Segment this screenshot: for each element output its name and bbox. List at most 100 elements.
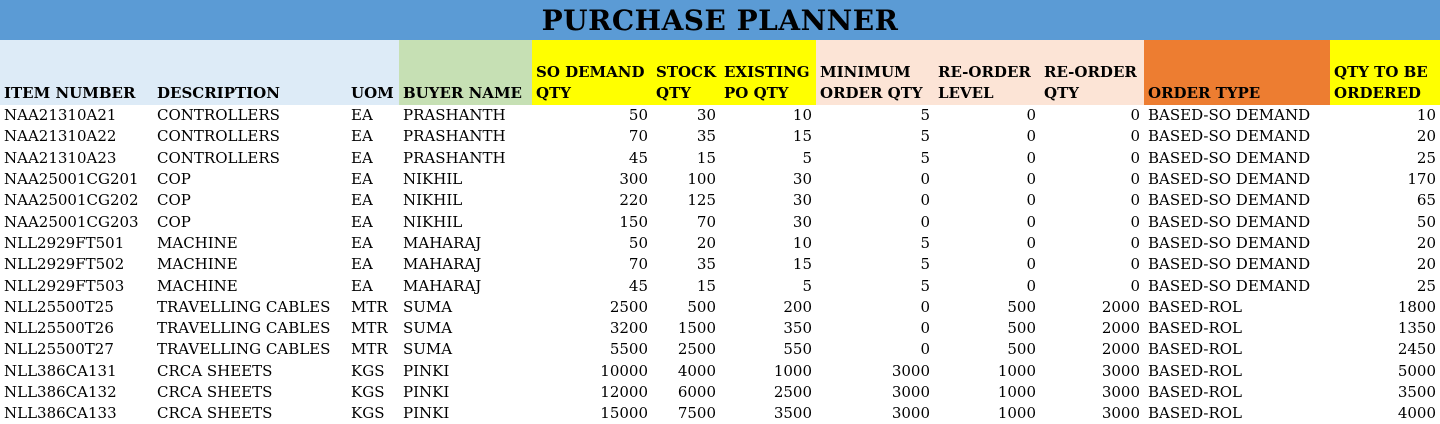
uom-cell[interactable]: EA (347, 190, 399, 211)
description-cell[interactable]: CONTROLLERS (153, 126, 347, 147)
order-type-cell[interactable]: BASED-ROL (1144, 361, 1330, 382)
col-header-order-type[interactable]: ORDER TYPE (1144, 40, 1330, 105)
item-number-cell[interactable]: NAA25001CG201 (0, 169, 153, 190)
buyer-name-cell[interactable]: MAHARAJ (399, 275, 532, 296)
so-demand-qty-cell[interactable]: 50 (532, 233, 652, 254)
col-header-stock-qty[interactable]: STOCK QTY (652, 40, 720, 105)
buyer-name-cell[interactable]: PINKI (399, 403, 532, 424)
minimum-order-qty-cell[interactable]: 0 (816, 190, 934, 211)
re-order-qty-cell[interactable]: 0 (1040, 148, 1144, 169)
minimum-order-qty-cell[interactable]: 5 (816, 126, 934, 147)
existing-po-qty-cell[interactable]: 15 (720, 254, 816, 275)
buyer-name-cell[interactable]: NIKHIL (399, 190, 532, 211)
existing-po-qty-cell[interactable]: 30 (720, 169, 816, 190)
stock-qty-cell[interactable]: 7500 (652, 403, 720, 424)
uom-cell[interactable]: MTR (347, 339, 399, 360)
re-order-qty-cell[interactable]: 3000 (1040, 403, 1144, 424)
order-type-cell[interactable]: BASED-SO DEMAND (1144, 148, 1330, 169)
order-type-cell[interactable]: BASED-SO DEMAND (1144, 275, 1330, 296)
existing-po-qty-cell[interactable]: 15 (720, 126, 816, 147)
stock-qty-cell[interactable]: 125 (652, 190, 720, 211)
description-cell[interactable]: TRAVELLING CABLES (153, 297, 347, 318)
existing-po-qty-cell[interactable]: 350 (720, 318, 816, 339)
so-demand-qty-cell[interactable]: 50 (532, 105, 652, 126)
buyer-name-cell[interactable]: MAHARAJ (399, 254, 532, 275)
order-type-cell[interactable]: BASED-ROL (1144, 297, 1330, 318)
minimum-order-qty-cell[interactable]: 3000 (816, 403, 934, 424)
so-demand-qty-cell[interactable]: 220 (532, 190, 652, 211)
re-order-level-cell[interactable]: 0 (934, 126, 1040, 147)
uom-cell[interactable]: EA (347, 169, 399, 190)
uom-cell[interactable]: MTR (347, 297, 399, 318)
minimum-order-qty-cell[interactable]: 0 (816, 339, 934, 360)
description-cell[interactable]: CONTROLLERS (153, 148, 347, 169)
stock-qty-cell[interactable]: 20 (652, 233, 720, 254)
re-order-level-cell[interactable]: 0 (934, 211, 1040, 232)
existing-po-qty-cell[interactable]: 30 (720, 190, 816, 211)
col-header-buyer-name[interactable]: BUYER NAME (399, 40, 532, 105)
qty-to-be-ordered-cell[interactable]: 10 (1330, 105, 1440, 126)
so-demand-qty-cell[interactable]: 45 (532, 275, 652, 296)
existing-po-qty-cell[interactable]: 30 (720, 211, 816, 232)
so-demand-qty-cell[interactable]: 150 (532, 211, 652, 232)
buyer-name-cell[interactable]: PRASHANTH (399, 105, 532, 126)
col-header-qty-to-be-ordered[interactable]: QTY TO BE ORDERED (1330, 40, 1440, 105)
qty-to-be-ordered-cell[interactable]: 25 (1330, 148, 1440, 169)
item-number-cell[interactable]: NAA21310A21 (0, 105, 153, 126)
order-type-cell[interactable]: BASED-SO DEMAND (1144, 190, 1330, 211)
order-type-cell[interactable]: BASED-ROL (1144, 403, 1330, 424)
item-number-cell[interactable]: NLL386CA133 (0, 403, 153, 424)
re-order-qty-cell[interactable]: 2000 (1040, 339, 1144, 360)
item-number-cell[interactable]: NLL386CA132 (0, 382, 153, 403)
re-order-level-cell[interactable]: 500 (934, 339, 1040, 360)
qty-to-be-ordered-cell[interactable]: 65 (1330, 190, 1440, 211)
re-order-qty-cell[interactable]: 2000 (1040, 318, 1144, 339)
qty-to-be-ordered-cell[interactable]: 50 (1330, 211, 1440, 232)
uom-cell[interactable]: KGS (347, 382, 399, 403)
buyer-name-cell[interactable]: NIKHIL (399, 169, 532, 190)
re-order-qty-cell[interactable]: 0 (1040, 254, 1144, 275)
qty-to-be-ordered-cell[interactable]: 170 (1330, 169, 1440, 190)
buyer-name-cell[interactable]: NIKHIL (399, 211, 532, 232)
re-order-level-cell[interactable]: 0 (934, 148, 1040, 169)
minimum-order-qty-cell[interactable]: 5 (816, 148, 934, 169)
minimum-order-qty-cell[interactable]: 5 (816, 275, 934, 296)
qty-to-be-ordered-cell[interactable]: 2450 (1330, 339, 1440, 360)
uom-cell[interactable]: EA (347, 275, 399, 296)
re-order-level-cell[interactable]: 0 (934, 233, 1040, 254)
qty-to-be-ordered-cell[interactable]: 3500 (1330, 382, 1440, 403)
description-cell[interactable]: COP (153, 169, 347, 190)
order-type-cell[interactable]: BASED-ROL (1144, 382, 1330, 403)
item-number-cell[interactable]: NAA25001CG203 (0, 211, 153, 232)
so-demand-qty-cell[interactable]: 3200 (532, 318, 652, 339)
stock-qty-cell[interactable]: 15 (652, 275, 720, 296)
item-number-cell[interactable]: NLL2929FT501 (0, 233, 153, 254)
so-demand-qty-cell[interactable]: 15000 (532, 403, 652, 424)
re-order-level-cell[interactable]: 1000 (934, 403, 1040, 424)
uom-cell[interactable]: EA (347, 211, 399, 232)
stock-qty-cell[interactable]: 1500 (652, 318, 720, 339)
col-header-description[interactable]: DESCRIPTION (153, 40, 347, 105)
stock-qty-cell[interactable]: 500 (652, 297, 720, 318)
uom-cell[interactable]: KGS (347, 361, 399, 382)
existing-po-qty-cell[interactable]: 2500 (720, 382, 816, 403)
so-demand-qty-cell[interactable]: 300 (532, 169, 652, 190)
re-order-qty-cell[interactable]: 3000 (1040, 361, 1144, 382)
re-order-qty-cell[interactable]: 0 (1040, 211, 1144, 232)
qty-to-be-ordered-cell[interactable]: 20 (1330, 254, 1440, 275)
description-cell[interactable]: TRAVELLING CABLES (153, 318, 347, 339)
order-type-cell[interactable]: BASED-ROL (1144, 318, 1330, 339)
stock-qty-cell[interactable]: 100 (652, 169, 720, 190)
description-cell[interactable]: CRCA SHEETS (153, 403, 347, 424)
existing-po-qty-cell[interactable]: 5 (720, 148, 816, 169)
stock-qty-cell[interactable]: 4000 (652, 361, 720, 382)
order-type-cell[interactable]: BASED-SO DEMAND (1144, 126, 1330, 147)
minimum-order-qty-cell[interactable]: 5 (816, 233, 934, 254)
qty-to-be-ordered-cell[interactable]: 25 (1330, 275, 1440, 296)
order-type-cell[interactable]: BASED-ROL (1144, 339, 1330, 360)
uom-cell[interactable]: MTR (347, 318, 399, 339)
re-order-qty-cell[interactable]: 2000 (1040, 297, 1144, 318)
description-cell[interactable]: CRCA SHEETS (153, 382, 347, 403)
qty-to-be-ordered-cell[interactable]: 5000 (1330, 361, 1440, 382)
item-number-cell[interactable]: NLL25500T27 (0, 339, 153, 360)
